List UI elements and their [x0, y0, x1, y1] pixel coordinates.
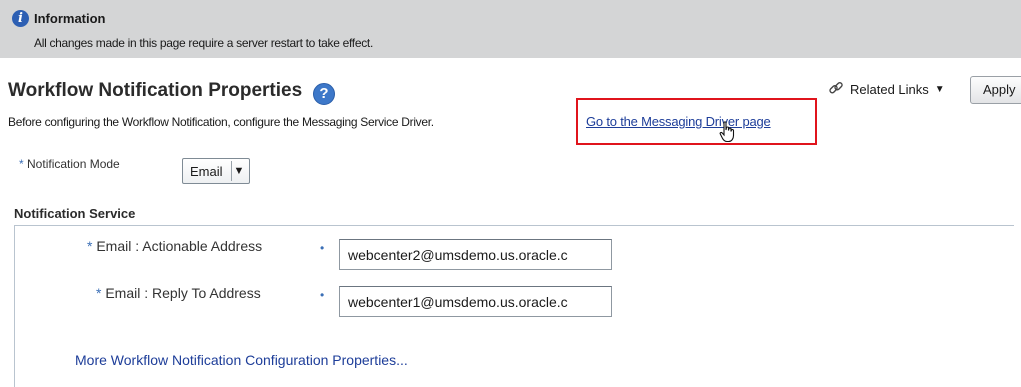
- notification-mode-label: * Notification Mode: [19, 157, 120, 171]
- section-divider: [14, 225, 1014, 226]
- information-banner: i Information All changes made in this p…: [0, 0, 1021, 58]
- information-message: All changes made in this page require a …: [34, 36, 373, 50]
- info-icon: i: [12, 10, 29, 27]
- help-icon[interactable]: ?: [313, 83, 335, 105]
- link-icon: [828, 80, 844, 99]
- reply-to-address-input[interactable]: webcenter1@umsdemo.us.oracle.c: [339, 286, 612, 317]
- configuration-instruction: Before configuring the Workflow Notifica…: [8, 115, 434, 129]
- messaging-driver-link[interactable]: Go to the Messaging Driver page: [586, 114, 771, 129]
- more-properties-link[interactable]: More Workflow Notification Configuration…: [75, 352, 408, 368]
- chevron-down-icon: ▼: [231, 161, 246, 181]
- notification-service-header: Notification Service: [14, 206, 136, 221]
- hand-cursor-icon: [719, 121, 737, 148]
- chevron-down-icon: ▼: [934, 84, 945, 95]
- reply-to-address-label: * Email : Reply To Address: [96, 285, 261, 301]
- page-title: Workflow Notification Properties: [8, 80, 303, 101]
- field-indicator-dot: •: [320, 241, 325, 255]
- field-indicator-dot: •: [320, 288, 325, 302]
- apply-button[interactable]: Apply: [970, 76, 1021, 104]
- notification-mode-select[interactable]: Email ▼: [182, 158, 250, 184]
- actionable-address-label: * Email : Actionable Address: [87, 238, 263, 254]
- notification-mode-value: Email: [190, 164, 223, 179]
- related-links-menu[interactable]: Related Links ▼: [828, 80, 945, 99]
- related-links-label: Related Links: [850, 82, 929, 97]
- actionable-address-input[interactable]: webcenter2@umsdemo.us.oracle.c: [339, 239, 612, 270]
- information-title: Information: [34, 11, 106, 26]
- section-left-border: [14, 225, 15, 387]
